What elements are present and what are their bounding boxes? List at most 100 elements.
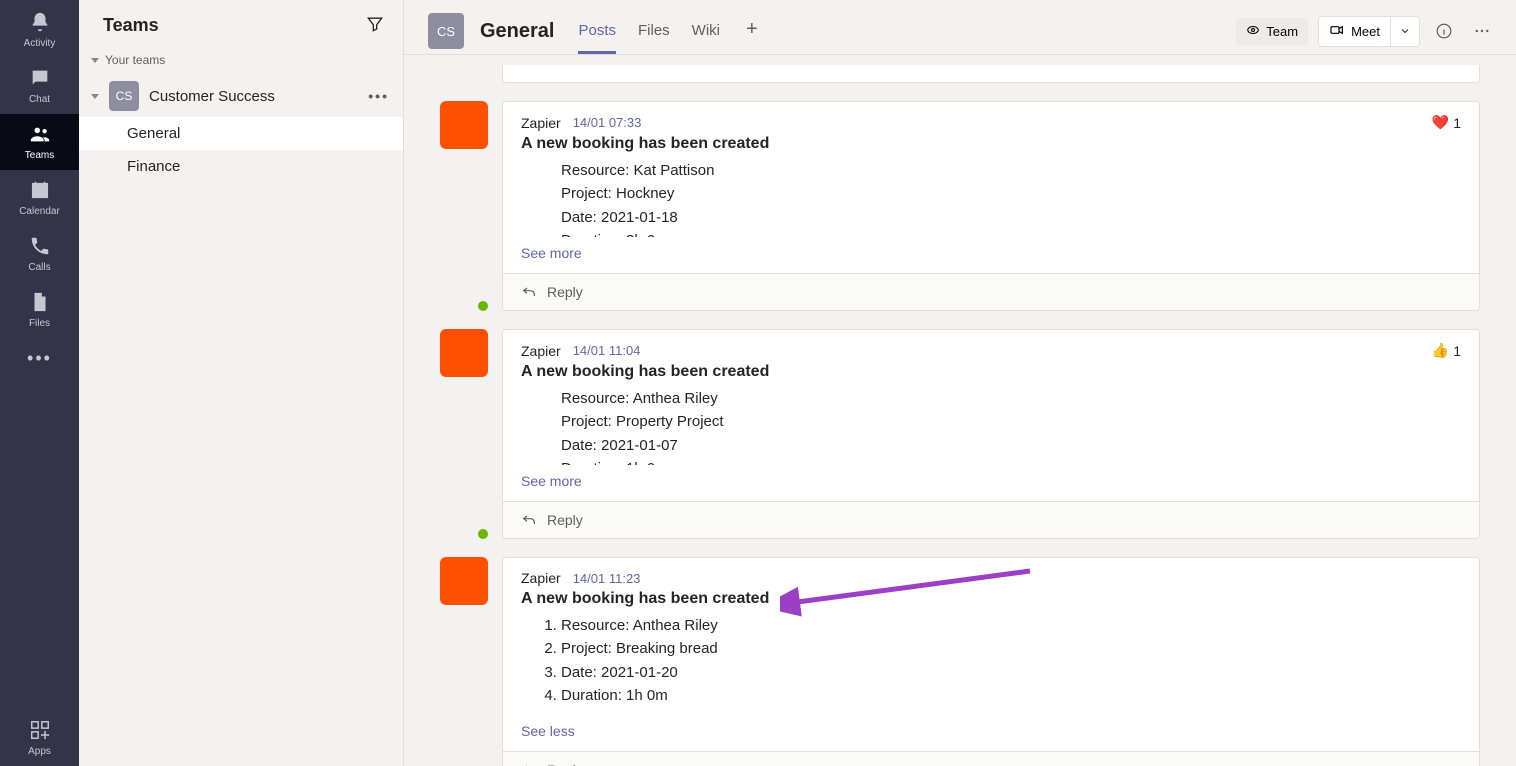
see-more-link[interactable]: See more (521, 465, 1461, 489)
info-icon[interactable] (1430, 17, 1458, 45)
presence-available-icon (476, 299, 490, 313)
video-icon (1329, 22, 1345, 41)
message-title: A new booking has been created (521, 363, 1461, 381)
tab-files[interactable]: Files (638, 8, 670, 54)
phone-icon (29, 235, 51, 260)
presence-available-icon (476, 527, 490, 541)
add-tab-button[interactable]: + (742, 8, 762, 54)
chat-icon (29, 67, 51, 92)
zapier-avatar (440, 557, 488, 605)
bell-icon (29, 11, 51, 36)
reply-icon (521, 512, 537, 528)
meet-button[interactable]: Meet (1318, 16, 1391, 47)
reply-button[interactable]: Reply (503, 273, 1479, 310)
teams-pane-title: Teams (103, 15, 159, 36)
rail-teams[interactable]: Teams (0, 114, 79, 170)
eye-icon (1246, 23, 1260, 40)
rail-files[interactable]: Files (0, 282, 79, 338)
reply-icon (521, 762, 537, 766)
list-item: Resource: Anthea Riley (561, 387, 1461, 410)
more-options-icon[interactable] (1468, 17, 1496, 45)
heart-icon: ❤️ (1432, 114, 1449, 131)
timestamp: 14/01 07:33 (573, 115, 642, 130)
app-rail: Activity Chat Teams Calendar Calls Files… (0, 0, 79, 766)
channel-row-general[interactable]: General (79, 117, 403, 150)
list-item: Date: 2021-01-18 (561, 206, 1461, 229)
caret-down-icon (91, 58, 99, 63)
rail-teams-label: Teams (25, 150, 54, 161)
reply-button[interactable]: Reply (503, 501, 1479, 538)
channel-row-finance[interactable]: Finance (79, 150, 403, 183)
see-more-link[interactable]: See more (521, 237, 1461, 261)
rail-chat-label: Chat (29, 94, 50, 105)
previous-card-edge (502, 65, 1480, 83)
message-title: A new booking has been created (521, 135, 1461, 153)
file-icon (29, 291, 51, 316)
message-body: Resource: Anthea Riley Project: Property… (561, 387, 1461, 465)
team-avatar: CS (109, 81, 139, 111)
message-body: Resource: Kat Pattison Project: Hockney … (561, 159, 1461, 237)
people-icon (29, 123, 51, 148)
list-item: Resource: Kat Pattison (561, 159, 1461, 182)
list-item: Project: Hockney (561, 182, 1461, 205)
reaction-count: 1 (1453, 343, 1461, 359)
team-name: Customer Success (149, 88, 358, 105)
message-card: Zapier 14/01 07:33 ❤️ 1 A new booking ha… (502, 101, 1480, 311)
list-item: Project: Breaking bread (561, 637, 1461, 660)
apps-icon (29, 719, 51, 744)
reply-button[interactable]: Reply (503, 751, 1479, 766)
rail-files-label: Files (29, 318, 50, 329)
team-row-customer-success[interactable]: CS Customer Success ••• (79, 75, 403, 117)
zapier-icon (446, 335, 482, 371)
your-teams-label[interactable]: Your teams (79, 45, 403, 75)
list-item: Project: Property Project (561, 410, 1461, 433)
meet-dropdown-button[interactable] (1391, 16, 1420, 47)
channel-title: General (480, 20, 554, 43)
sender-name[interactable]: Zapier (521, 343, 561, 359)
filter-icon[interactable] (365, 14, 385, 37)
reaction[interactable]: ❤️ 1 (1432, 114, 1461, 131)
list-item: Duration: 3h 0m (561, 229, 1461, 237)
channel-avatar: CS (428, 13, 464, 49)
posts-feed[interactable]: Zapier 14/01 07:33 ❤️ 1 A new booking ha… (404, 55, 1516, 766)
see-less-link[interactable]: See less (521, 707, 1461, 739)
rail-calls-label: Calls (28, 262, 50, 273)
team-more-icon[interactable]: ••• (368, 88, 389, 104)
tab-wiki[interactable]: Wiki (692, 8, 720, 54)
message-body: Resource: Anthea Riley Project: Breaking… (561, 614, 1461, 707)
rail-more[interactable]: ••• (0, 338, 79, 378)
timestamp: 14/01 11:04 (573, 343, 641, 358)
list-item: Duration: 1h 0m (561, 684, 1461, 707)
thumbsup-icon: 👍 (1432, 342, 1449, 359)
rail-apps-label: Apps (28, 746, 51, 757)
sender-name[interactable]: Zapier (521, 115, 561, 131)
rail-activity[interactable]: Activity (0, 2, 79, 58)
list-item: Resource: Anthea Riley (561, 614, 1461, 637)
zapier-icon (446, 563, 482, 599)
teams-pane: Teams Your teams CS Customer Success •••… (79, 0, 404, 766)
message-title: A new booking has been created (521, 590, 1461, 608)
reaction[interactable]: 👍 1 (1432, 342, 1461, 359)
rail-calendar[interactable]: Calendar (0, 170, 79, 226)
rail-chat[interactable]: Chat (0, 58, 79, 114)
tab-posts[interactable]: Posts (578, 8, 616, 54)
rail-apps[interactable]: Apps (0, 710, 79, 766)
list-item: Date: 2021-01-07 (561, 434, 1461, 457)
post: Zapier 14/01 07:33 ❤️ 1 A new booking ha… (440, 101, 1480, 311)
main-content: CS General Posts Files Wiki + Team Meet (404, 0, 1516, 766)
list-item: Duration: 1h 0m (561, 457, 1461, 465)
calendar-icon (29, 179, 51, 204)
sender-name[interactable]: Zapier (521, 570, 561, 586)
rail-activity-label: Activity (24, 38, 56, 49)
timestamp: 14/01 11:23 (573, 571, 641, 586)
zapier-avatar (440, 101, 488, 149)
channel-header: CS General Posts Files Wiki + Team Meet (404, 0, 1516, 55)
zapier-avatar (440, 329, 488, 377)
reply-icon (521, 284, 537, 300)
team-info-button[interactable]: Team (1236, 18, 1308, 45)
post: Zapier 14/01 11:04 👍 1 A new booking has… (440, 329, 1480, 539)
rail-calls[interactable]: Calls (0, 226, 79, 282)
message-card: Zapier 14/01 11:04 👍 1 A new booking has… (502, 329, 1480, 539)
message-card: Zapier 14/01 11:23 A new booking has bee… (502, 557, 1480, 766)
caret-down-icon (91, 94, 99, 99)
